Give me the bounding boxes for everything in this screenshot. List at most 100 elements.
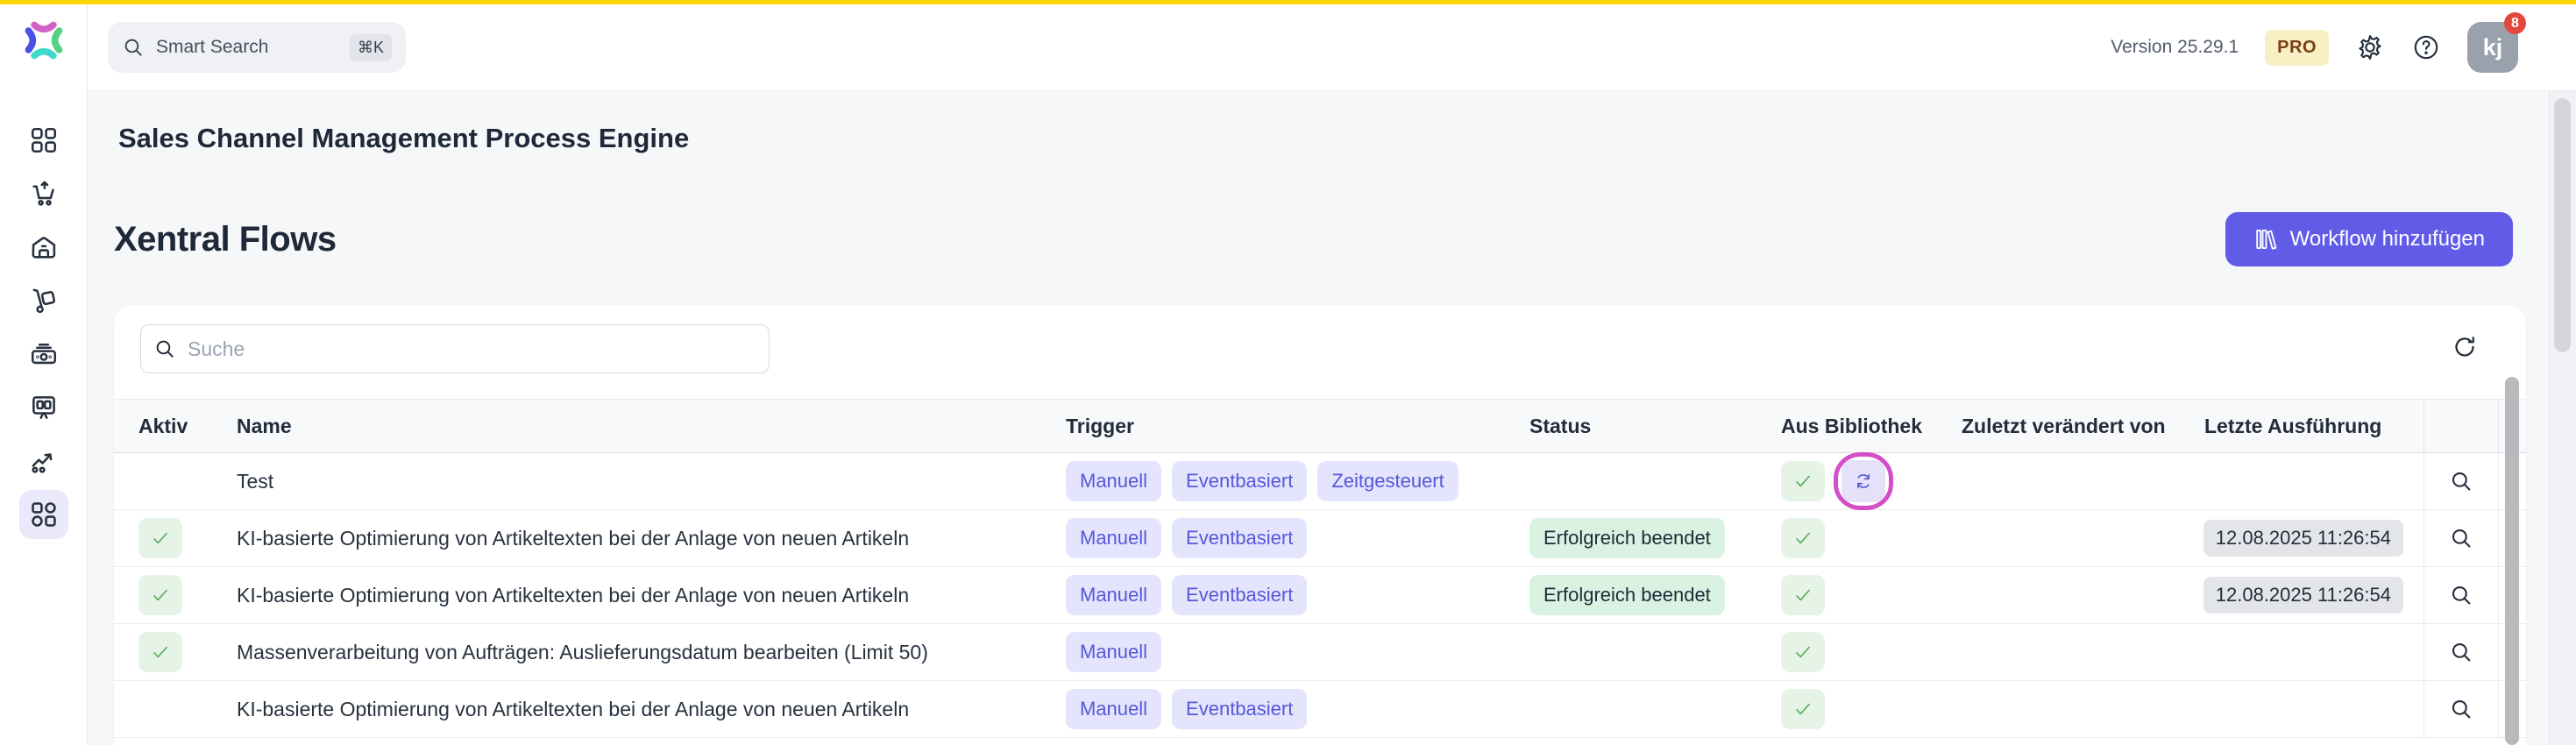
trigger-chip: Manuell: [1066, 575, 1161, 615]
cell-actions: [2423, 567, 2499, 623]
logistics-handtruck-icon: [29, 286, 59, 316]
cell-letzte-ausfuehrung: 12.08.2025 11:26:54: [2204, 567, 2403, 623]
cell-actions: [2423, 453, 2499, 509]
sidebar: [0, 4, 88, 745]
version-label: Version 25.29.1: [2111, 37, 2239, 58]
trigger-chip: Manuell: [1066, 518, 1161, 558]
workflow-name: KI-basierte Optimierung von Artikeltexte…: [237, 510, 909, 566]
search-icon: [2449, 469, 2473, 493]
analytics-trend-icon: [29, 446, 59, 476]
check-icon: [149, 641, 172, 663]
library-check-badge: [1781, 518, 1825, 558]
table-search-input[interactable]: [186, 337, 756, 362]
workflow-name: Test: [237, 453, 273, 509]
cell-aus-bibliothek: [1781, 624, 1825, 680]
cell-actions: [2423, 681, 2499, 737]
active-check-toggle[interactable]: [138, 632, 182, 672]
smart-search-button[interactable]: Smart Search ⌘K: [108, 22, 406, 73]
cell-letzte-ausfuehrung: [2204, 624, 2403, 680]
trigger-chip: Zeitgesteuert: [1317, 461, 1458, 501]
xentral-logo[interactable]: [18, 15, 69, 70]
library-check-badge: [1781, 632, 1825, 672]
trigger-chip: Eventbasiert: [1172, 689, 1307, 729]
add-workflow-label: Workflow hinzufügen: [2290, 227, 2485, 252]
check-icon: [149, 584, 172, 607]
sidebar-item-pos-screen[interactable]: [19, 383, 68, 432]
sidebar-item-dashboard-grid[interactable]: [19, 116, 68, 165]
library-books-icon: [2253, 227, 2278, 252]
page-scrollbar[interactable]: [2549, 91, 2576, 745]
last-run-badge: 12.08.2025 11:26:54: [2203, 520, 2403, 557]
column-header-aktiv: Aktiv: [138, 400, 188, 452]
user-menu[interactable]: kj 8: [2467, 22, 2518, 73]
cell-actions: [2423, 624, 2499, 680]
library-sync-button[interactable]: [1842, 460, 1885, 502]
sidebar-nav: [0, 116, 87, 543]
xentral-logo-icon: [18, 15, 69, 66]
sync-icon: [1852, 470, 1875, 493]
table-header: AktivNameTriggerStatusAus BibliothekZule…: [114, 399, 2526, 453]
workflow-name: KI-basierte Optimierung von Artikeltexte…: [237, 681, 909, 737]
settings-button[interactable]: [2355, 32, 2385, 62]
flows-icon: [29, 500, 59, 529]
search-icon: [2449, 640, 2473, 664]
refresh-icon: [2452, 334, 2478, 360]
smart-search-label: Smart Search: [156, 37, 268, 58]
table-search-field: [140, 324, 770, 373]
row-detail-search-button[interactable]: [2442, 633, 2480, 671]
status-badge: Erfolgreich beendet: [1529, 518, 1725, 558]
check-icon: [1792, 527, 1814, 550]
pro-badge: PRO: [2265, 30, 2329, 66]
trigger-chip: Eventbasiert: [1172, 461, 1307, 501]
cell-actions: [2423, 510, 2499, 566]
annotation-highlight-ring: [1834, 452, 1893, 510]
row-detail-search-button[interactable]: [2442, 519, 2480, 557]
sidebar-item-warehouse[interactable]: [19, 223, 68, 272]
notification-badge: 8: [2504, 12, 2526, 34]
workflows-panel: AktivNameTriggerStatusAus BibliothekZule…: [114, 305, 2526, 745]
workflow-row: KI-basierte Optimierung von Artikeltexte…: [114, 567, 2526, 624]
cell-trigger: Manuell Eventbasiert: [1066, 681, 1307, 737]
active-check-toggle[interactable]: [138, 575, 182, 615]
search-icon: [2449, 583, 2473, 607]
column-header-trigger: Trigger: [1066, 400, 1134, 452]
trigger-chip: Manuell: [1066, 461, 1161, 501]
cell-trigger: ManuellEventbasiert: [1066, 567, 1307, 623]
row-detail-search-button[interactable]: [2442, 462, 2480, 500]
row-detail-search-button[interactable]: [2442, 690, 2480, 728]
cell-trigger: ManuellEventbasiert: [1066, 510, 1307, 566]
check-icon: [149, 527, 172, 550]
trigger-chip: Manuell: [1066, 689, 1161, 729]
sidebar-item-sales-cart[interactable]: [19, 169, 68, 218]
active-check-toggle[interactable]: [138, 518, 182, 558]
search-icon: [153, 337, 176, 360]
dashboard-grid-icon: [29, 125, 59, 155]
check-icon: [1792, 470, 1814, 493]
sidebar-item-flows[interactable]: [19, 490, 68, 539]
page-title: Xentral Flows: [114, 220, 337, 259]
cell-status: Erfolgreich beendet: [1529, 567, 1725, 623]
library-books-icon: [2253, 227, 2278, 252]
sidebar-item-logistics-handtruck[interactable]: [19, 276, 68, 325]
sidebar-item-analytics-trend[interactable]: [19, 436, 68, 486]
help-icon: [2411, 32, 2441, 62]
refresh-button[interactable]: [2445, 328, 2484, 366]
help-button[interactable]: [2411, 32, 2441, 62]
library-check-badge: [1781, 575, 1825, 615]
cell-trigger: Manuell EventbasiertZeitgesteuert: [1066, 453, 1458, 509]
add-workflow-button[interactable]: Workflow hinzufügen: [2225, 212, 2513, 266]
row-detail-search-button[interactable]: [2442, 576, 2480, 614]
page-scrollbar-thumb[interactable]: [2554, 98, 2571, 352]
column-header-status: Status: [1529, 400, 1591, 452]
search-icon: [122, 36, 145, 59]
cell-aus-bibliothek: [1781, 681, 1825, 737]
workflow-row: Test Manuell EventbasiertZeitgesteuert: [114, 453, 2526, 510]
column-header-letzte-ausf-hrung: Letzte Ausführung: [2204, 400, 2381, 452]
sales-cart-icon: [29, 179, 59, 209]
sidebar-item-finance-banknote[interactable]: [19, 330, 68, 379]
column-header-zuletzt-ver-ndert-von: Zuletzt verändert von: [1962, 400, 2166, 452]
cell-letzte-ausfuehrung: [2204, 453, 2403, 509]
check-icon: [1792, 698, 1814, 720]
table-scrollbar-thumb[interactable]: [2505, 377, 2519, 745]
workflow-name: Massenverarbeitung von Aufträgen: Auslie…: [237, 624, 928, 680]
